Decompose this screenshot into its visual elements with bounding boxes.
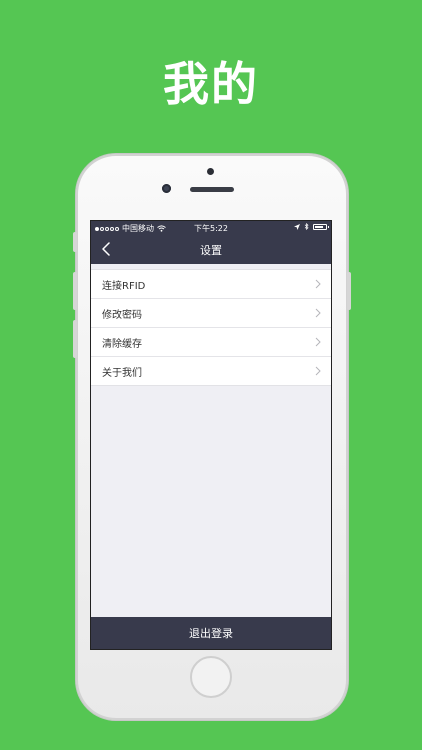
- logout-button[interactable]: 退出登录: [91, 617, 331, 649]
- settings-item-change-password[interactable]: 修改密码: [91, 299, 331, 328]
- settings-item-label: 清除缓存: [102, 338, 142, 350]
- power-button: [347, 272, 351, 310]
- logout-label: 退出登录: [189, 627, 233, 640]
- volume-down-button: [73, 320, 77, 358]
- chevron-right-icon: [315, 279, 321, 289]
- status-bar: 中国移动 下午5:22: [91, 221, 331, 235]
- chevron-right-icon: [315, 308, 321, 318]
- bluetooth-icon: [304, 223, 309, 230]
- proximity-sensor: [207, 168, 214, 175]
- settings-item-clear-cache[interactable]: 清除缓存: [91, 328, 331, 357]
- chevron-right-icon: [315, 337, 321, 347]
- settings-item-about-us[interactable]: 关于我们: [91, 357, 331, 385]
- settings-list: 连接RFID 修改密码 清除缓存 关于我们: [91, 269, 331, 386]
- battery-icon: [313, 223, 329, 230]
- settings-item-label: 修改密码: [102, 309, 142, 321]
- status-right: [294, 223, 329, 230]
- earpiece-speaker: [190, 187, 234, 192]
- nav-bar: 设置: [91, 235, 331, 264]
- settings-item-label: 关于我们: [102, 367, 142, 379]
- phone-screen: 中国移动 下午5:22 设置 连接RFID 修改密码 清除缓存 关于我们 退出登…: [90, 220, 332, 650]
- volume-up-button: [73, 272, 77, 310]
- phone-frame: 中国移动 下午5:22 设置 连接RFID 修改密码 清除缓存 关于我们 退出登…: [73, 154, 351, 720]
- home-button: [190, 656, 232, 698]
- mute-switch: [73, 232, 77, 252]
- settings-item-label: 连接RFID: [102, 280, 146, 292]
- settings-item-connect-rfid[interactable]: 连接RFID: [91, 270, 331, 299]
- page-title: 设置: [200, 244, 222, 257]
- chevron-right-icon: [315, 366, 321, 376]
- front-camera: [162, 184, 171, 193]
- promo-title: 我的: [163, 57, 259, 111]
- location-arrow-icon: [294, 223, 300, 230]
